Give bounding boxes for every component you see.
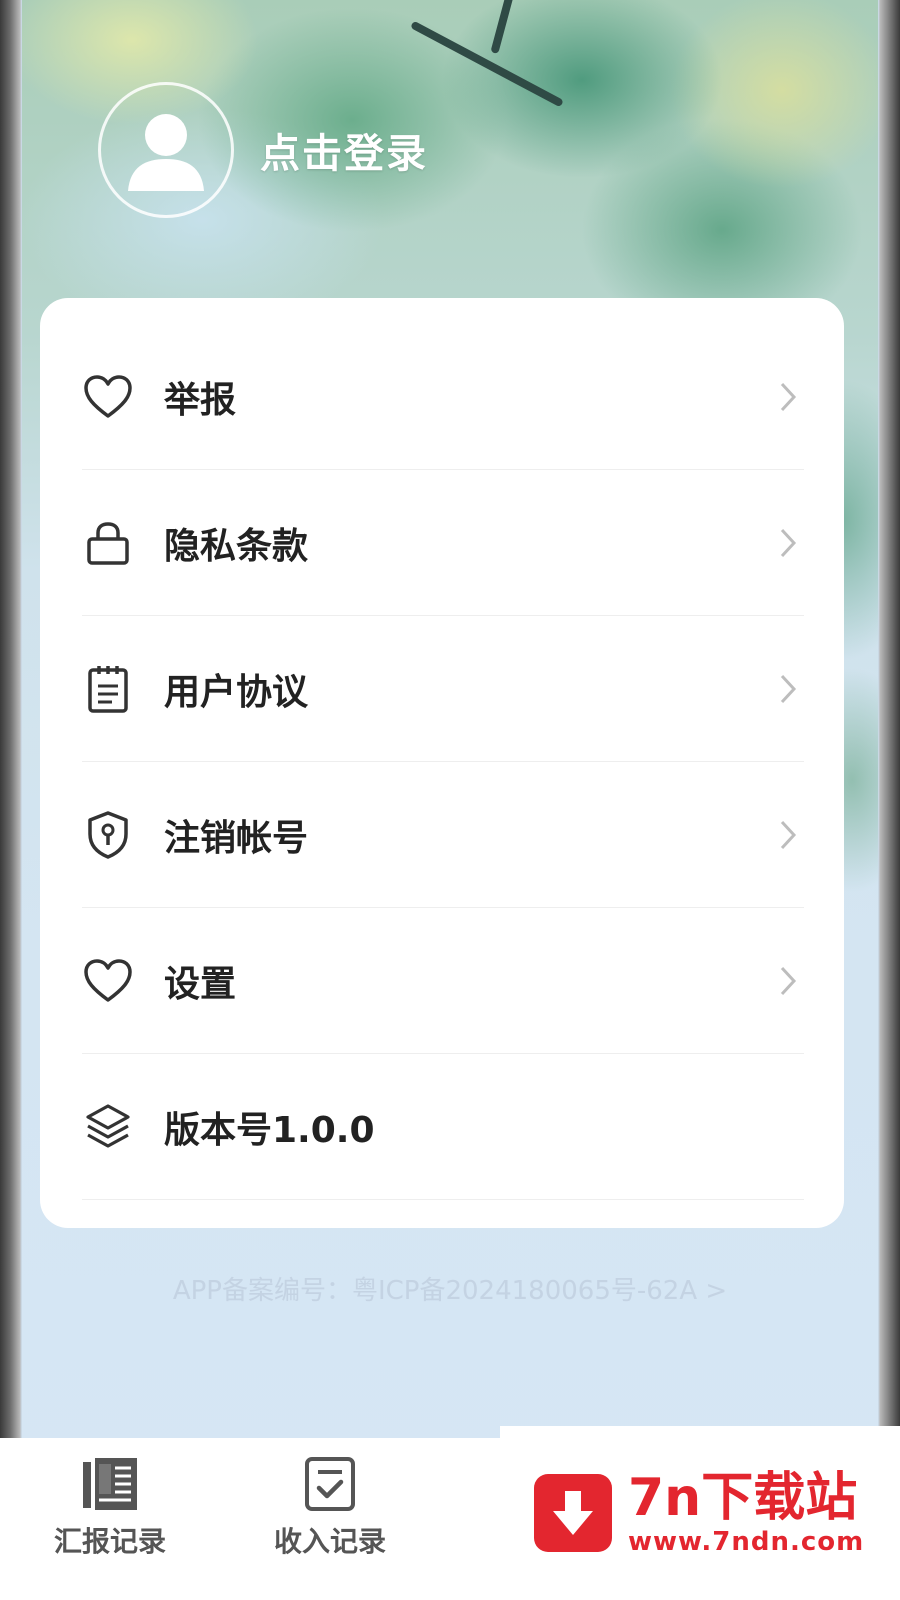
menu-item-label: 注销帐号 bbox=[164, 817, 309, 859]
icp-record-link[interactable]: APP备案编号：粤ICP备2024180065号-62A > bbox=[22, 1270, 878, 1307]
heart-icon bbox=[82, 371, 134, 423]
tree-branch bbox=[410, 20, 564, 108]
chevron-right-icon bbox=[770, 379, 806, 415]
chevron-right-icon bbox=[770, 963, 806, 999]
menu-item-label: 用户协议 bbox=[164, 671, 309, 713]
menu-item-label: 设置 bbox=[164, 963, 237, 1005]
shield-keyhole-icon bbox=[82, 809, 134, 861]
layers-icon bbox=[82, 1101, 134, 1153]
menu-item-label: 举报 bbox=[164, 379, 237, 421]
menu-item-version: 版本号1.0.0 bbox=[82, 1054, 804, 1200]
watermark-url: www.7ndn.com bbox=[628, 1527, 865, 1557]
lock-icon bbox=[82, 517, 134, 569]
menu-item-settings[interactable]: 设置 bbox=[82, 908, 804, 1054]
profile-page: 点击登录 举报 隐私条款 用户协议 注销帐号 设置 版本号1.0.0 APP备案… bbox=[22, 0, 878, 1600]
user-icon bbox=[128, 114, 204, 191]
tree-branch bbox=[490, 0, 514, 55]
tab-income-records[interactable]: 收入记录 bbox=[230, 1438, 430, 1600]
clipboard-icon bbox=[82, 663, 134, 715]
menu-item-label: 隐私条款 bbox=[164, 525, 309, 567]
chevron-right-icon bbox=[770, 671, 806, 707]
menu-item-user-agreement[interactable]: 用户协议 bbox=[82, 616, 804, 762]
checklist-icon bbox=[300, 1454, 360, 1514]
menu-item-privacy[interactable]: 隐私条款 bbox=[82, 470, 804, 616]
site-watermark: 7n下载站 www.7ndn.com bbox=[500, 1426, 900, 1600]
watermark-text: 7n下载站 www.7ndn.com bbox=[628, 1469, 864, 1557]
tab-label: 收入记录 bbox=[273, 1525, 386, 1558]
avatar[interactable] bbox=[98, 82, 234, 218]
menu-card: 举报 隐私条款 用户协议 注销帐号 设置 版本号1.0.0 bbox=[40, 298, 844, 1228]
heart-icon bbox=[82, 955, 134, 1007]
version-label: 版本号1.0.0 bbox=[164, 1109, 375, 1151]
login-link[interactable]: 点击登录 bbox=[260, 121, 428, 179]
chevron-right-icon bbox=[770, 817, 806, 853]
tab-label: 汇报记录 bbox=[53, 1525, 166, 1558]
watermark-title: 7n下载站 bbox=[628, 1468, 858, 1528]
login-header[interactable]: 点击登录 bbox=[98, 80, 428, 220]
tab-report-records[interactable]: 汇报记录 bbox=[10, 1438, 210, 1600]
menu-item-delete-account[interactable]: 注销帐号 bbox=[82, 762, 804, 908]
report-book-icon bbox=[80, 1454, 140, 1514]
menu-item-report[interactable]: 举报 bbox=[82, 324, 804, 470]
download-arrow-icon bbox=[534, 1474, 612, 1552]
chevron-right-icon bbox=[770, 525, 806, 561]
